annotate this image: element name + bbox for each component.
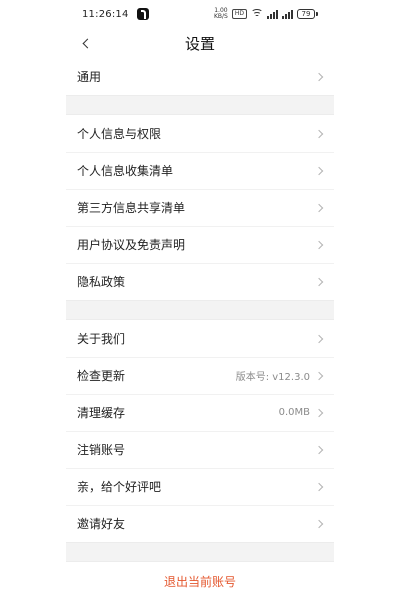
settings-row-right: 版本号: v12.3.0 [236, 368, 324, 383]
settings-row-label: 亲，给个好评吧 [77, 480, 162, 494]
left-margin [0, 0, 66, 600]
right-margin [334, 0, 400, 600]
chevron-right-icon [314, 72, 324, 81]
settings-row-label: 注销账号 [77, 443, 126, 457]
status-right: 1.00 KB/S HD 79 [214, 8, 318, 20]
signal-icon [267, 9, 278, 19]
chevron-right-icon [314, 371, 324, 380]
section-separator [66, 542, 334, 562]
chevron-right-icon [314, 240, 324, 249]
chevron-right-icon [314, 277, 324, 286]
settings-group-misc: 关于我们 检查更新 版本号: v12.3.0 清理缓存 0.0MB 注销账号 亲… [66, 320, 334, 542]
settings-row-right [314, 277, 324, 286]
settings-row-label: 邀请好友 [77, 517, 126, 531]
back-button[interactable] [74, 32, 96, 54]
settings-row-check-update[interactable]: 检查更新 版本号: v12.3.0 [66, 357, 334, 394]
settings-row-user-agreement[interactable]: 用户协议及免责声明 [66, 226, 334, 263]
chevron-right-icon [314, 408, 324, 417]
status-bar: 11:26:14 1.00 KB/S HD 79 [66, 0, 334, 28]
settings-row-privacy-policy[interactable]: 隐私政策 [66, 263, 334, 300]
settings-row-right [314, 203, 324, 212]
settings-group-general: 通用 [66, 58, 334, 95]
logout-label: 退出当前账号 [163, 574, 236, 589]
hd-badge: HD [231, 9, 247, 19]
chevron-right-icon [314, 445, 324, 454]
settings-row-right [314, 482, 324, 491]
settings-screen: 11:26:14 1.00 KB/S HD 79 设置 通用 个人信息与权限 个… [66, 0, 334, 600]
settings-row-label: 关于我们 [77, 332, 126, 346]
navigation-bar: 设置 [66, 28, 334, 58]
settings-row-invite-friends[interactable]: 邀请好友 [66, 505, 334, 542]
settings-row-right [314, 334, 324, 343]
network-speed-indicator: 1.00 KB/S [214, 8, 228, 20]
settings-row-deactivate-account[interactable]: 注销账号 [66, 431, 334, 468]
status-left: 11:26:14 [82, 8, 149, 20]
chevron-right-icon [314, 334, 324, 343]
settings-row-right [314, 445, 324, 454]
settings-row-personal-info-list[interactable]: 个人信息收集清单 [66, 152, 334, 189]
battery-tip [316, 12, 318, 16]
logout-button[interactable]: 退出当前账号 [66, 562, 334, 600]
battery-icon: 79 [297, 9, 318, 19]
chevron-right-icon [314, 203, 324, 212]
settings-row-label: 第三方信息共享清单 [77, 201, 186, 215]
version-value: 版本号: v12.3.0 [235, 372, 310, 383]
settings-row-right [314, 519, 324, 528]
settings-row-label: 检查更新 [77, 369, 126, 383]
settings-row-label: 清理缓存 [77, 406, 126, 420]
wifi-icon [251, 9, 263, 19]
chevron-right-icon [314, 519, 324, 528]
settings-row-clear-cache[interactable]: 清理缓存 0.0MB [66, 394, 334, 431]
settings-row-label: 通用 [77, 70, 102, 84]
settings-row-label: 个人信息与权限 [77, 127, 162, 141]
settings-row-third-party-sharing[interactable]: 第三方信息共享清单 [66, 189, 334, 226]
settings-group-privacy: 个人信息与权限 个人信息收集清单 第三方信息共享清单 用户协议及免责声明 隐私政… [66, 115, 334, 300]
battery-level: 79 [297, 9, 315, 19]
settings-row-label: 隐私政策 [77, 275, 126, 289]
signal-icon-secondary [282, 9, 293, 19]
section-separator [66, 300, 334, 320]
chevron-right-icon [314, 482, 324, 491]
app-screen: 11:26:14 1.00 KB/S HD 79 设置 通用 个人信息与权限 个… [0, 0, 400, 600]
settings-row-personal-info-permissions[interactable]: 个人信息与权限 [66, 115, 334, 152]
settings-row-right [314, 240, 324, 249]
settings-row-right: 0.0MB [279, 407, 324, 418]
page-title: 设置 [184, 34, 215, 53]
settings-row-about-us[interactable]: 关于我们 [66, 320, 334, 357]
chevron-right-icon [314, 166, 324, 175]
settings-row-rate-app[interactable]: 亲，给个好评吧 [66, 468, 334, 505]
chevron-right-icon [314, 129, 324, 138]
back-arrow-icon [82, 38, 92, 48]
cache-size-value: 0.0MB [278, 407, 310, 418]
settings-row-label: 用户协议及免责声明 [77, 238, 186, 252]
settings-row-right [314, 129, 324, 138]
status-time: 11:26:14 [82, 8, 129, 20]
settings-row-label: 个人信息收集清单 [77, 164, 174, 178]
settings-row-right [314, 72, 324, 81]
section-separator [66, 95, 334, 115]
settings-row-general[interactable]: 通用 [66, 58, 334, 95]
settings-row-right [314, 166, 324, 175]
tiktok-app-icon [136, 8, 149, 20]
network-speed-unit: KB/S [213, 13, 228, 20]
